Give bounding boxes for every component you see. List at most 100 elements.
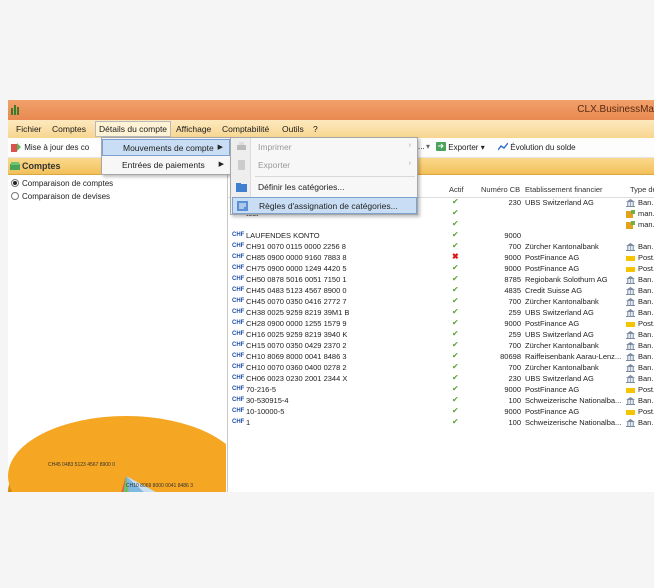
cb-number-cell: 230 xyxy=(508,198,521,207)
table-row[interactable]: CHF LAUFENDES KONTO ✔ 9000 xyxy=(228,230,654,242)
cb-number-cell: 9000 xyxy=(504,253,521,262)
cb-number-cell: 230 xyxy=(508,374,521,383)
account-name-cell: CH28 0900 0000 1255 1579 9 xyxy=(246,319,347,328)
window-title: CLX.BusinessMa xyxy=(577,104,654,115)
type-cell: Ban... xyxy=(638,374,654,383)
pie-label-account-1: CH45 0483 5123 4567 8900 0 xyxy=(48,462,115,468)
table-row[interactable]: CHF70-216-5 ✔ 9000 PostFinance AG Post... xyxy=(228,384,654,396)
bank-building-icon xyxy=(626,342,635,350)
table-row[interactable]: CHF CH16 0025 9259 8219 3940 K ✔ 259 UBS Swi… xyxy=(228,329,654,341)
currency-badge: CHF xyxy=(232,375,245,381)
menu-item-payment-entries[interactable]: Entrées de paiements ▶ xyxy=(102,157,230,174)
menu-outils[interactable]: Outils xyxy=(279,123,307,135)
table-row[interactable]: CHF CH75 0900 0000 1249 4420 5 ✔ 9000 PostFi… xyxy=(228,263,654,275)
bank-building-icon xyxy=(626,276,635,284)
currency-badge: CHF xyxy=(232,265,245,271)
active-check-icon: ✔ xyxy=(452,285,459,294)
menu-item-category-rules[interactable]: Règles d'assignation de catégories... xyxy=(232,197,417,214)
bank-cell: Zürcher Kantonalbank xyxy=(525,341,599,350)
menu-details-du-compte[interactable]: Détails du compte xyxy=(95,121,172,137)
col-header-cb[interactable]: Numéro CB xyxy=(481,185,520,194)
table-row[interactable]: CHF CH38 0025 9259 8219 39M1 B ✔ 259 UBS Swi… xyxy=(228,307,654,319)
table-row[interactable]: CHF 1 ✔ 100 Schweizerische Nationalba... Ban.… xyxy=(228,417,654,429)
accounts-chart-panel: Comparaison de comptes Comparaison de de… xyxy=(8,175,228,492)
table-row[interactable]: CHF10-10000-5 ✔ 9000 PostFinance AG Post... xyxy=(228,406,654,418)
menu-affichage[interactable]: Affichage xyxy=(173,123,214,135)
menu-comptabilite[interactable]: Comptabilité xyxy=(219,123,272,135)
menu-item-define-categories[interactable]: Définir les catégories... xyxy=(232,179,417,196)
col-header-bank[interactable]: Etablissement financier xyxy=(525,185,603,194)
menu-item-export[interactable]: Exporter › xyxy=(232,157,417,174)
type-cell: Post... xyxy=(638,253,654,262)
bank-cell: PostFinance AG xyxy=(525,319,580,328)
currency-badge: CHF xyxy=(232,397,245,403)
movements-submenu: Imprimer › Exporter › Définir les catégo… xyxy=(230,137,418,215)
radio-compare-accounts[interactable]: Comparaison de comptes xyxy=(11,179,113,188)
active-check-icon: ✔ xyxy=(452,373,459,382)
table-row[interactable]: CHF CH10 0070 0360 0400 0278 2 ✔ 700 Zürcher… xyxy=(228,362,654,374)
bank-building-icon xyxy=(626,309,635,317)
active-check-icon: ✔ xyxy=(452,307,459,316)
currency-badge: CHF xyxy=(232,309,245,315)
export-button[interactable]: Exporter ▾ xyxy=(436,142,485,152)
chart-trend-icon xyxy=(497,142,509,151)
table-row[interactable]: CHF CH06 0023 0230 2001 2344 X ✔ 230 UBS Swi… xyxy=(228,373,654,385)
radio-compare-currencies[interactable]: Comparaison de devises xyxy=(11,192,110,201)
type-cell: Ban... xyxy=(638,308,654,317)
type-cell: Ban... xyxy=(638,242,654,251)
submenu-arrow-icon: › xyxy=(408,160,411,167)
cb-number-cell: 700 xyxy=(508,363,521,372)
table-row[interactable]: CHF CH91 0070 0115 0000 2256 8 ✔ 700 Zürcher… xyxy=(228,241,654,253)
col-header-type[interactable]: Type de... xyxy=(630,185,654,194)
postfinance-icon xyxy=(626,322,635,327)
account-name-cell: CH10 8069 8000 0041 8486 3 xyxy=(246,352,347,361)
bank-building-icon xyxy=(626,375,635,383)
type-cell: Ban... xyxy=(638,330,654,339)
menu-item-account-movements[interactable]: Mouvements de compte ▶ xyxy=(102,139,230,156)
balance-evolution-button[interactable]: Évolution du solde xyxy=(497,142,576,152)
menu-fichier[interactable]: Fichier xyxy=(13,123,45,135)
export-label: Exporter xyxy=(448,143,479,152)
radio-unselected-icon xyxy=(11,192,19,200)
table-row[interactable]: CHF CH45 0070 0350 0416 2772 7 ✔ 700 Zürcher… xyxy=(228,296,654,308)
table-row[interactable]: CHF 30-530915-4 ✔ 100 Schweizerische Nationa… xyxy=(228,395,654,407)
bank-cell: UBS Switzerland AG xyxy=(525,374,594,383)
table-row[interactable]: CHF CH45 0483 5123 4567 8900 0 ✔ 4835 Credit… xyxy=(228,285,654,297)
accounts-panel-title: Comptes xyxy=(22,161,61,171)
active-check-icon: ✔ xyxy=(452,208,459,217)
table-row[interactable]: CHF CH10 8069 8000 0041 8486 3 ✔ 80698 Raiff… xyxy=(228,351,654,363)
menu-help[interactable]: ? xyxy=(310,123,321,135)
toolbar-dropdown-icon[interactable]: ▾ xyxy=(426,142,430,151)
table-row[interactable]: ✔ man... xyxy=(228,219,654,231)
type-cell: Post... xyxy=(638,319,654,328)
active-check-icon: ✔ xyxy=(452,296,459,305)
table-row[interactable]: CHF CH15 0070 0350 0429 2370 2 ✔ 700 Zürcher… xyxy=(228,340,654,352)
menu-item-label: Entrées de paiements xyxy=(122,160,205,170)
menu-item-label: Définir les catégories... xyxy=(258,182,345,192)
col-header-active[interactable]: Actif xyxy=(449,185,464,194)
type-cell: Post... xyxy=(638,385,654,394)
bank-cell: Schweizerische Nationalba... xyxy=(525,396,621,405)
toolbar-more[interactable]: ... xyxy=(418,142,425,151)
bank-building-icon xyxy=(626,353,635,361)
submenu-arrow-icon: › xyxy=(408,142,411,149)
account-name-cell: 10-10000-5 xyxy=(246,407,285,416)
active-check-icon: ✔ xyxy=(452,362,459,371)
table-row[interactable]: CHF CH85 0900 0000 9160 7883 8 ✖ 9000 PostFi… xyxy=(228,252,654,264)
menu-comptes[interactable]: Comptes xyxy=(49,123,89,135)
postfinance-icon xyxy=(626,267,635,272)
currency-badge: CHF xyxy=(232,232,245,238)
update-button[interactable]: Mise à jour des co xyxy=(11,142,89,152)
cb-number-cell: 9000 xyxy=(504,264,521,273)
type-cell: Ban... xyxy=(638,363,654,372)
type-cell: Ban... xyxy=(638,297,654,306)
table-row[interactable]: CHF CH50 0878 5016 0051 7150 1 ✔ 8785 Regiob… xyxy=(228,274,654,286)
bank-cell: PostFinance AG xyxy=(525,385,580,394)
currency-badge: CHF xyxy=(232,243,245,249)
rules-icon xyxy=(237,201,248,211)
table-row[interactable]: CHF CH28 0900 0000 1255 1579 9 ✔ 9000 PostFi… xyxy=(228,318,654,330)
currency-badge: CHF xyxy=(232,331,245,337)
cb-number-cell: 700 xyxy=(508,242,521,251)
menu-item-print[interactable]: Imprimer › xyxy=(232,139,417,156)
active-check-icon: ✔ xyxy=(452,417,459,426)
